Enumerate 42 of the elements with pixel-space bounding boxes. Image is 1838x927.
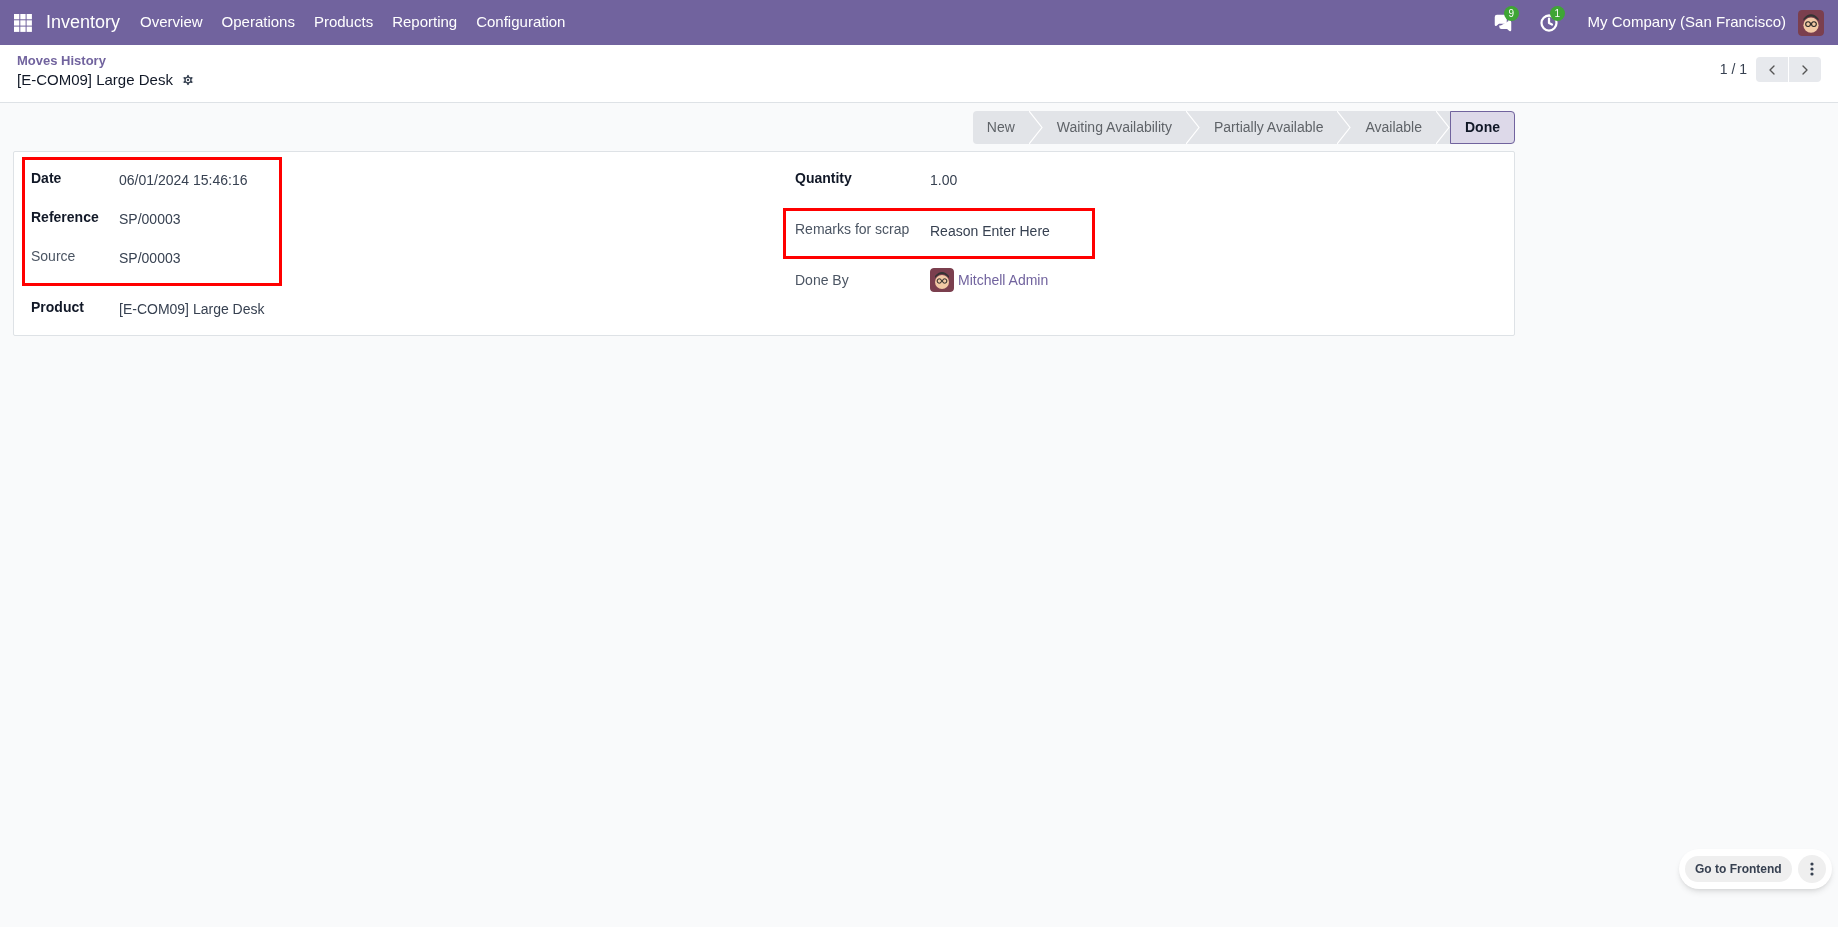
field-label: Source — [31, 247, 77, 266]
field-value: SP/00003 — [119, 210, 181, 229]
field-label: Reference — [31, 208, 100, 227]
more-icon — [1809, 862, 1814, 876]
field-value: Reason Enter Here — [930, 222, 1050, 241]
status-stage[interactable]: Waiting Availability — [1042, 111, 1186, 144]
record-title: [E-COM09] Large Desk — [17, 70, 173, 90]
menu-item[interactable]: Products — [313, 11, 374, 34]
chevron-separator-icon — [1185, 111, 1200, 144]
field-value: [E-COM09] Large Desk — [119, 300, 265, 319]
company-name[interactable]: My Company (San Francisco) — [1587, 11, 1786, 34]
field-value: 06/01/2024 15:46:16 — [119, 171, 248, 190]
chevron-separator-icon — [1436, 111, 1450, 144]
go-to-frontend-button[interactable]: Go to Frontend — [1685, 856, 1792, 882]
menu-item[interactable]: Reporting — [392, 11, 458, 34]
pager-value: 1 / 1 — [1719, 60, 1747, 79]
menu-item[interactable]: Operations — [221, 11, 295, 34]
breadcrumb-link[interactable]: Moves History — [17, 52, 195, 70]
apps-grid-icon[interactable] — [14, 13, 32, 32]
chevron-separator-icon — [1337, 111, 1352, 144]
status-stage[interactable]: New — [972, 111, 1029, 144]
field-label: Remarks for scrap — [795, 220, 911, 239]
more-button[interactable] — [1797, 855, 1826, 883]
app-title[interactable]: Inventory — [46, 9, 121, 36]
field-value: 1.00 — [930, 171, 958, 190]
status-stage[interactable]: Available — [1351, 111, 1436, 144]
menu-item[interactable]: Configuration — [476, 11, 566, 34]
field-label: Quantity — [795, 169, 853, 188]
user-link[interactable]: Mitchell Admin — [958, 269, 1049, 291]
count-badge: 9 — [1503, 5, 1520, 21]
status-stage[interactable]: Done — [1450, 111, 1515, 144]
avatar-icon — [930, 268, 954, 292]
field-value: SP/00003 — [119, 249, 181, 268]
chevron-separator-icon — [1028, 111, 1043, 144]
user-avatar-icon — [1798, 9, 1824, 36]
menu-item[interactable]: Overview — [140, 11, 203, 34]
count-badge: 1 — [1549, 5, 1566, 21]
field-label: Date — [31, 169, 63, 188]
status-stage[interactable]: Partially Available — [1199, 111, 1338, 144]
settings-icon[interactable] — [180, 73, 195, 87]
field-label: Product — [31, 298, 85, 317]
field-label: Done By — [795, 271, 850, 290]
